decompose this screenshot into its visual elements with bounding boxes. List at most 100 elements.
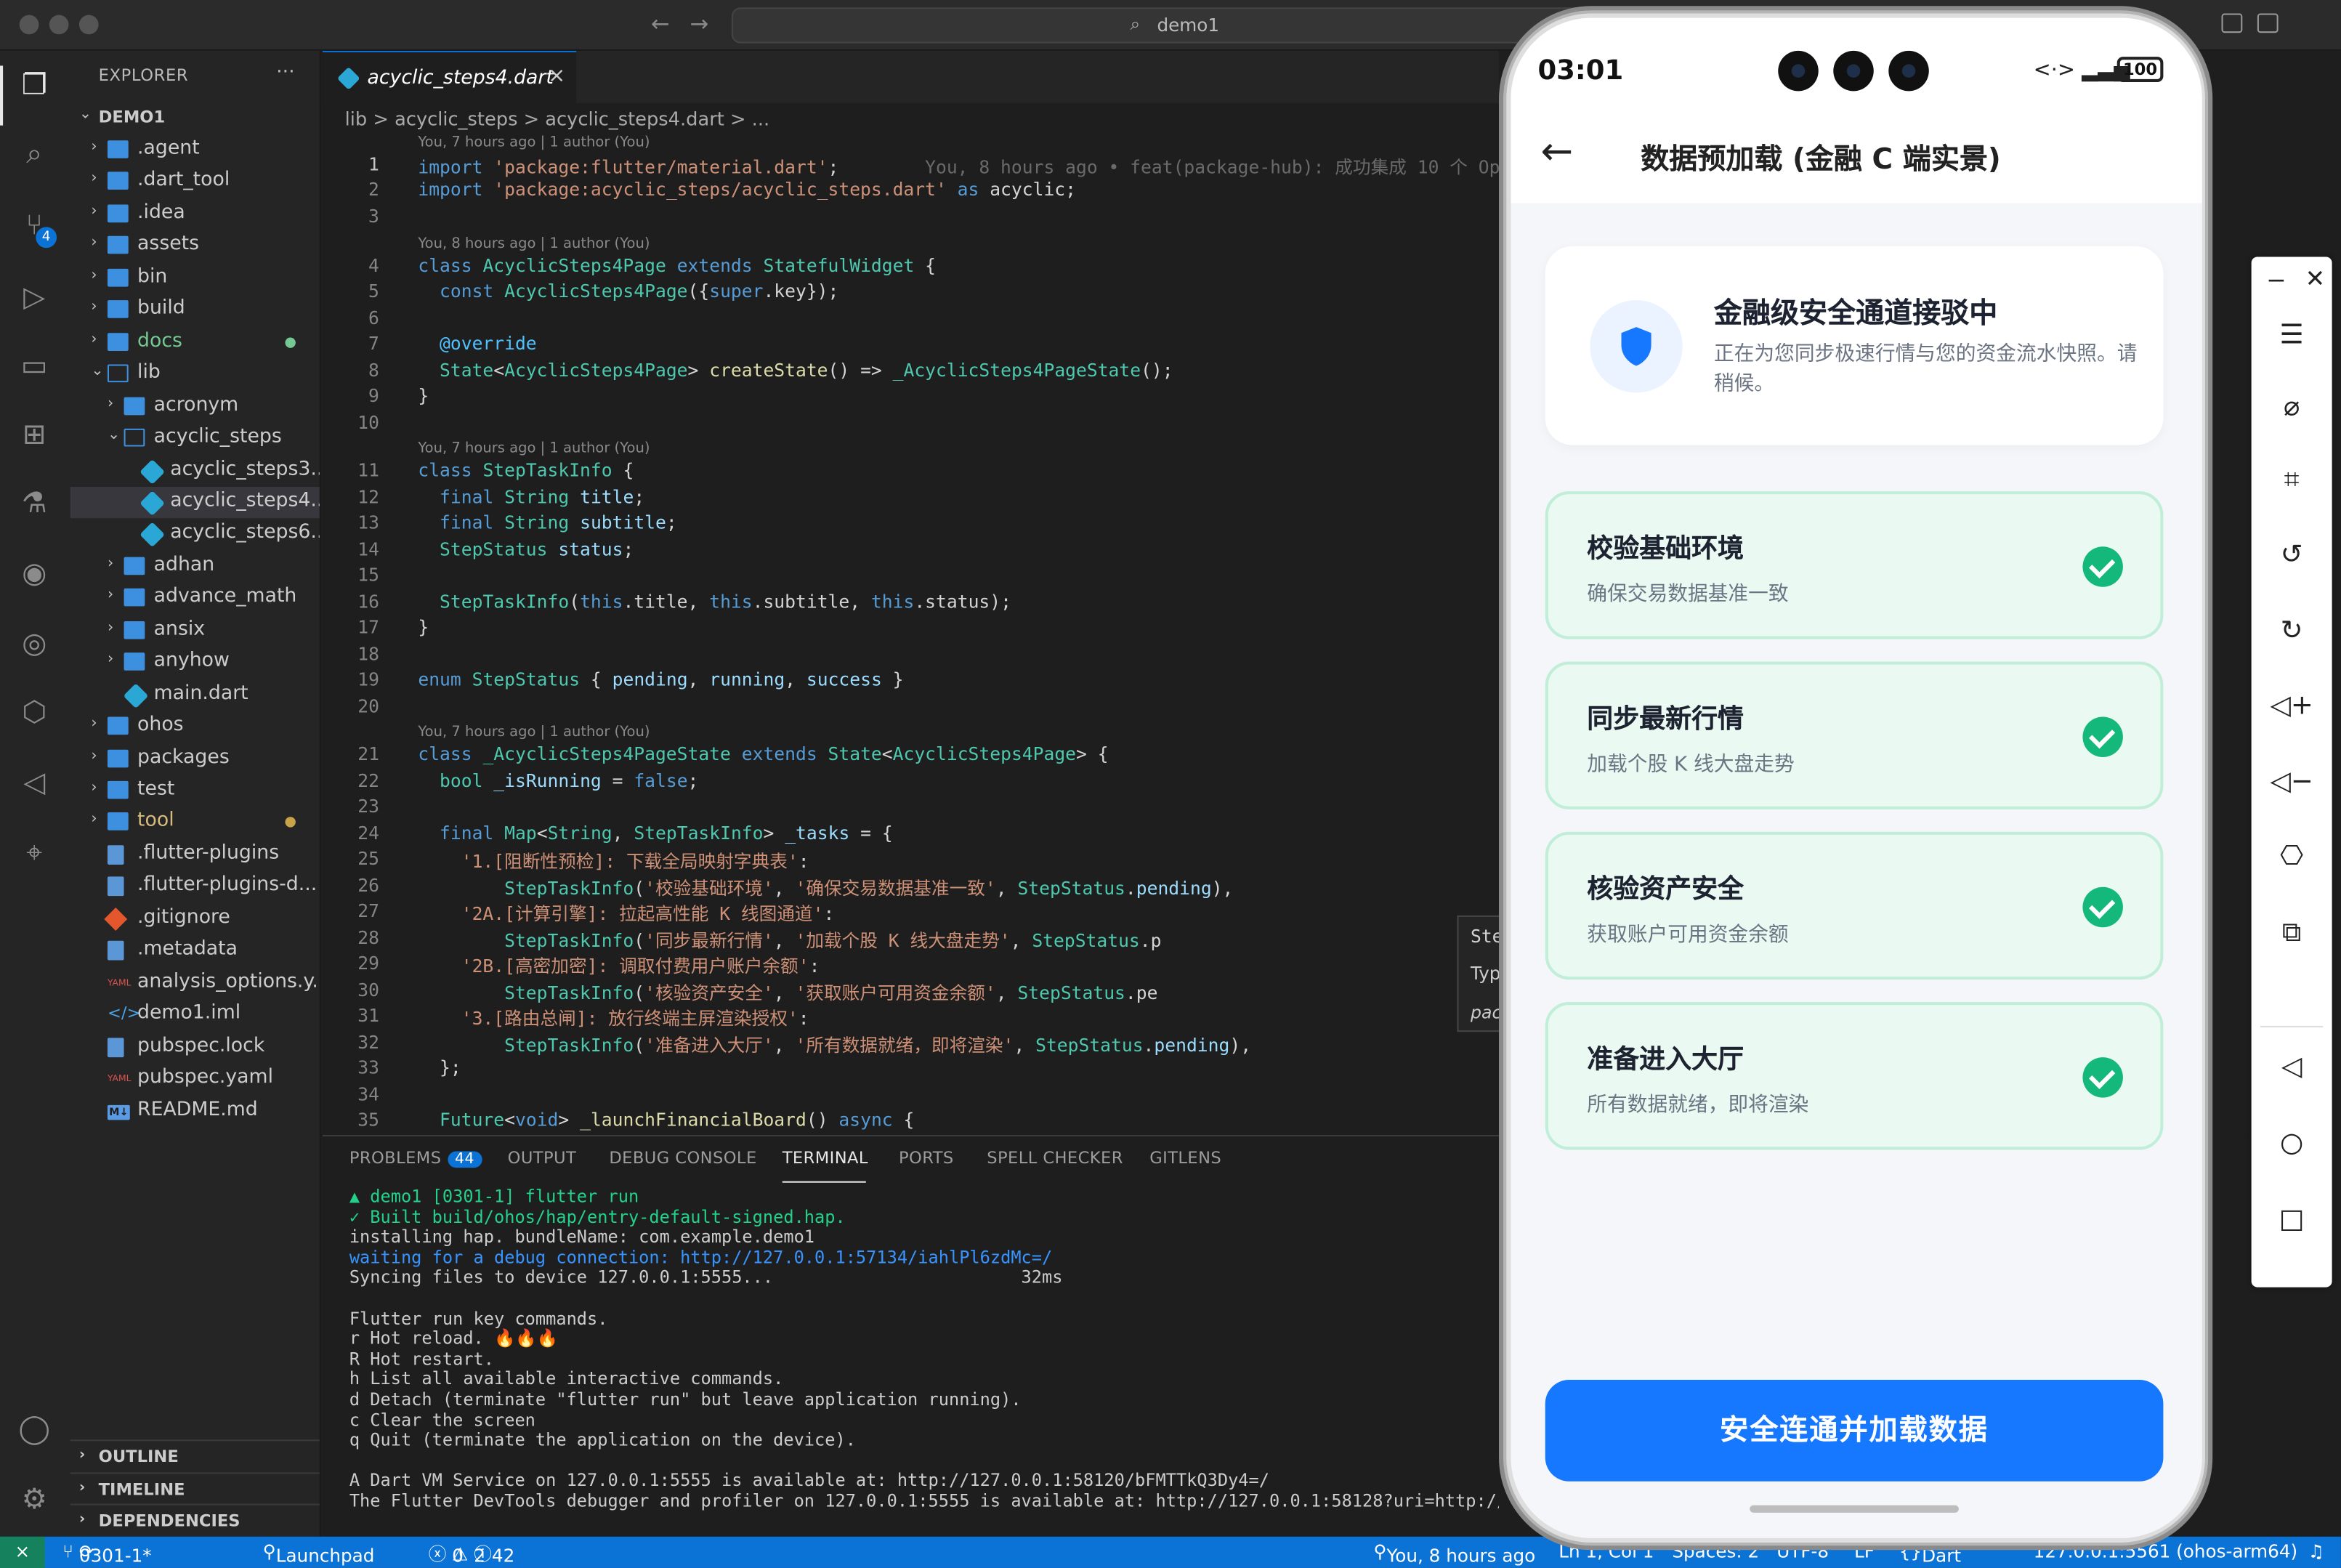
tab-ports[interactable]: PORTS [899, 1148, 954, 1168]
tree-item[interactable]: › .idea [70, 198, 320, 230]
tab-output[interactable]: OUTPUT [508, 1148, 577, 1168]
volume-down-icon[interactable]: ◁− [2270, 760, 2313, 802]
containers-icon[interactable]: ⬡ [15, 693, 54, 732]
toggle-panel-icon[interactable] [2257, 13, 2279, 33]
tree-item[interactable]: pubspec.lock [70, 1031, 320, 1062]
terminal-output[interactable]: ▲ demo1 [0301-1] flutter run ✓ Built buil… [349, 1187, 1499, 1512]
tab-problems[interactable]: PROBLEMS 44 [349, 1148, 482, 1168]
settings-gear-icon[interactable]: ⚙ [15, 1480, 54, 1519]
tree-item[interactable]: ⌄ acyclic_steps [70, 423, 320, 454]
tree-item-label: assets [137, 233, 200, 256]
git-graph-icon[interactable]: ◎ [15, 624, 54, 663]
gitlens-icon[interactable]: ◉ [15, 554, 54, 592]
branch-indicator[interactable]: ⑂ 0301-1* ⟳ [62, 1541, 151, 1567]
tree-item[interactable]: › tool [70, 807, 320, 838]
git-blame-item[interactable]: ⚲ You, 8 hours ago [1373, 1541, 1535, 1567]
tree-item[interactable]: › test [70, 775, 320, 807]
tree-item[interactable]: › anyhow [70, 647, 320, 678]
nav-back-icon[interactable]: ◁ [2271, 1046, 2313, 1088]
outline-section[interactable]: › OUTLINE [70, 1439, 320, 1471]
emulator-toolbar: − ✕ ☰ ⌀ ⌗ ↺ ↻ ◁+ ◁− ⎔ ⧉ ◁ ○ □ [2251, 256, 2332, 1288]
tree-item[interactable]: ⌄ lib [70, 359, 320, 390]
more-actions-icon[interactable]: ··· [276, 61, 294, 84]
tree-item[interactable]: .flutter-plugins [70, 839, 320, 870]
dependencies-section[interactable]: › DEPENDENCIES [70, 1503, 320, 1535]
tree-item[interactable]: M↓ README.md [70, 1095, 320, 1126]
crop-icon[interactable]: ⌗ [2271, 458, 2313, 501]
problems-indicator[interactable]: ⓧ 0 ⚠ 2 ⓘ 42 [429, 1541, 515, 1567]
camera-icon [1888, 50, 1929, 92]
screen-record-icon[interactable]: ⧉ [2271, 911, 2313, 953]
minimize-icon[interactable]: − [2266, 266, 2287, 294]
workspace-root[interactable]: ⌄ DEMO1 [70, 102, 320, 133]
connect-load-button[interactable]: 安全连通并加载数据 [1545, 1380, 2164, 1482]
menu-icon[interactable]: ☰ [2271, 314, 2313, 356]
tree-item[interactable]: › docs [70, 326, 320, 357]
code-editor[interactable]: You, 7 hours ago | 1 author (You) 1 impor… [323, 134, 1499, 1135]
rotate-left-icon[interactable]: ↺ [2271, 533, 2313, 575]
tree-item[interactable]: YAML analysis_options.y... [70, 967, 320, 998]
extensions-icon[interactable]: ⊞ [15, 415, 54, 453]
tree-item[interactable]: .metadata [70, 935, 320, 966]
window-zoom-button[interactable] [78, 15, 99, 35]
forward-arrow-icon[interactable]: → [690, 10, 708, 37]
tree-item[interactable]: › ansix [70, 615, 320, 646]
remote-explorer-icon[interactable]: ▭ [15, 347, 54, 385]
timeline-section[interactable]: › TIMELINE [70, 1472, 320, 1503]
testing-icon[interactable]: ⚗ [15, 484, 54, 522]
tree-item[interactable]: › adhan [70, 551, 320, 582]
breadcrumb[interactable]: lib > acyclic_steps > acyclic_steps4.dar… [345, 108, 770, 130]
tree-item[interactable]: </> demo1.iml [70, 999, 320, 1030]
tree-item[interactable]: › assets [70, 230, 320, 262]
launchpad-item[interactable]: ⚲ Launchpad [263, 1541, 375, 1567]
tree-item[interactable]: main.dart [70, 679, 320, 710]
tab-debug-console[interactable]: DEBUG CONSOLE [609, 1148, 756, 1168]
tree-item[interactable]: › packages [70, 743, 320, 775]
bell-icon[interactable]: ♫ [2308, 1541, 2324, 1562]
tree-item[interactable]: › ohos [70, 711, 320, 742]
tree-item[interactable]: › advance_math [70, 583, 320, 614]
window-close-button[interactable] [19, 15, 39, 35]
blame-lens[interactable]: You, 7 hours ago | 1 author (You) [418, 440, 650, 457]
tab-spell-checker[interactable]: SPELL CHECKER [987, 1148, 1123, 1168]
tree-item[interactable]: acyclic_steps6.... [70, 519, 320, 550]
tab-label: acyclic_steps4.dart [367, 67, 554, 90]
tree-item[interactable]: .gitignore [70, 903, 320, 934]
blame-lens[interactable]: You, 8 hours ago | 1 author (You) [418, 236, 650, 253]
toggle-sidebar-icon[interactable] [2221, 13, 2243, 33]
blame-lens[interactable]: You, 7 hours ago | 1 author (You) [418, 724, 650, 741]
command-center-search[interactable]: ⌕ demo1 [731, 7, 1628, 44]
touch-off-icon[interactable]: ⌀ [2271, 385, 2313, 427]
explorer-icon[interactable]: ❐ [15, 65, 54, 104]
search-icon[interactable]: ⌕ [15, 134, 54, 173]
tree-item[interactable]: .flutter-plugins-d... [70, 871, 320, 902]
inspector-icon[interactable]: ⌖ [15, 833, 54, 872]
nav-recents-icon[interactable]: □ [2271, 1197, 2313, 1240]
tab-gitlens[interactable]: GITLENS [1149, 1148, 1221, 1168]
tree-item[interactable]: YAML pubspec.yaml [70, 1063, 320, 1094]
tree-item[interactable]: › .dart_tool [70, 166, 320, 198]
active-indicator [0, 65, 4, 126]
rotate-right-icon[interactable]: ↻ [2271, 610, 2313, 652]
close-icon[interactable]: ✕ [2305, 264, 2326, 293]
back-arrow-icon[interactable]: ← [651, 10, 670, 37]
tree-item[interactable]: › bin [70, 262, 320, 294]
run-debug-icon[interactable]: ▷ [15, 278, 54, 316]
window-minimize-button[interactable] [49, 15, 69, 35]
flutter-icon[interactable]: ◁ [15, 763, 54, 801]
tree-item[interactable]: › acronym [70, 391, 320, 422]
account-icon[interactable]: ◯ [15, 1410, 54, 1448]
volume-up-icon[interactable]: ◁+ [2270, 684, 2313, 726]
tab-acyclic-steps4[interactable]: acyclic_steps4.dart × [322, 50, 577, 103]
tree-item[interactable]: › .agent [70, 134, 320, 166]
blame-lens[interactable]: You, 7 hours ago | 1 author (You) [418, 134, 650, 151]
tree-item[interactable]: acyclic_steps4.... [70, 486, 320, 519]
back-arrow-icon[interactable]: ← [1541, 130, 1574, 175]
nav-home-icon[interactable]: ○ [2271, 1121, 2313, 1163]
screenshot-icon[interactable]: ⎔ [2271, 835, 2313, 877]
tree-item[interactable]: › build [70, 294, 320, 326]
tree-item[interactable]: acyclic_steps3.... [70, 455, 320, 486]
tab-terminal[interactable]: TERMINAL [783, 1148, 868, 1168]
close-icon[interactable]: × [548, 64, 565, 88]
home-indicator[interactable] [1750, 1505, 1959, 1513]
